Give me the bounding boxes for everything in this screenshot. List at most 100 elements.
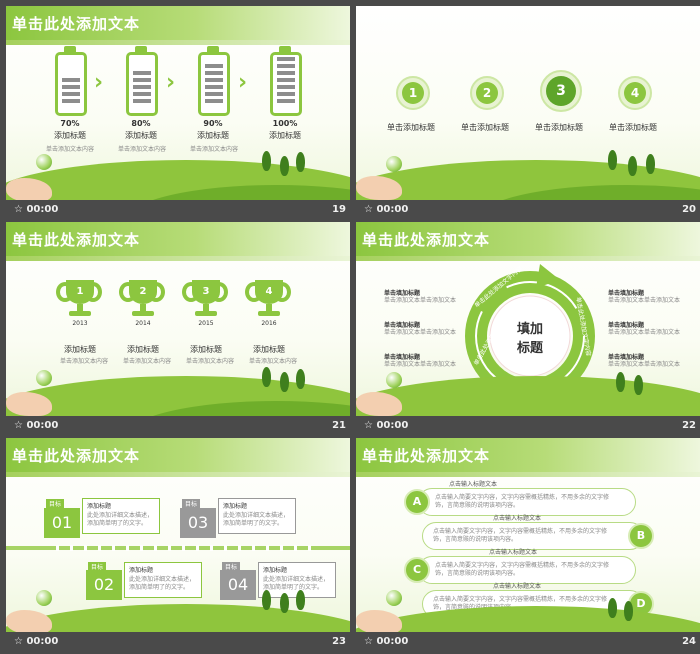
tree-icon [608,598,617,618]
list-item: 点击输入标题文本 点击输入简要文字内容，文字内容需概括精炼，不用多余的文字修饰，… [422,515,644,550]
tree-icon [608,150,617,170]
tree-icon [296,590,305,610]
tree-icon [628,156,637,176]
slide-title: 单击此处添加文本 [12,15,141,33]
slide-thumbnail-21[interactable]: 单击此处添加文本 1 2 3 4 2013 2014 2015 2016 添加标… [6,222,350,438]
side-block: 单击填加标题 单击添加文本单击添加文本 [608,322,681,336]
timing-label: ☆ 00:00 [364,420,409,431]
side-block: 单击填加标题 单击添加文本单击添加文本 [384,290,457,304]
body-text: 单击添加文本内容 [249,358,298,365]
tree-icon [262,151,271,171]
body-text: 单击添加文本内容 [60,358,109,365]
body-text: 单击添加文本内容 [186,358,235,365]
year-label: 2015 [198,320,214,327]
slide-header: 单击此处添加文本 [356,438,700,472]
slide-title: 单击此处添加文本 [362,447,491,465]
number-box: 02 [86,570,122,600]
slide-footer: ☆ 00:00 22 [356,416,700,438]
tree-icon [280,593,289,613]
tree-icon [296,152,305,172]
slide-header: 单击此处添加文本 [6,438,350,472]
slide-header: 单击此处添加文本 [6,6,350,40]
letter-badge: A [404,489,430,515]
slide-number: 23 [332,636,346,647]
side-block: 单击填加标题 单击添加文本单击添加文本 [384,354,457,368]
slide-canvas: 单击此处添加文本 1 2 3 4 2013 2014 2015 2016 添加标… [6,222,350,416]
chevron-right-icon: › [94,70,104,95]
number-box: 01 [44,508,80,538]
tree-icon [262,590,271,610]
side-block: 单击填加标题 单击添加文本单击添加文本 [384,322,457,336]
globe-icon [386,156,402,172]
list-item: 点击输入标题文本 点击输入简要文字内容，文字内容需概括精炼，不用多余的文字修饰，… [418,549,636,584]
text-box: 添加标题 此处添加详细文本描述，添加简单明了的文字。 [124,562,202,598]
slide-thumbnail-23[interactable]: 单击此处添加文本 01 目标 添加标题 此处添加详细文本描述，添加简单明了的文字… [6,438,350,654]
year-label: 2014 [135,320,151,327]
slide-thumbnail-22[interactable]: 单击此处添加文本 填加 标题 单击此处添加文字内容 单击此处添加文字内容 单击此处… [356,222,700,438]
tree-icon [280,372,289,392]
body-text: 单击添加文本内容 [190,146,239,153]
chevron-right-icon: › [238,70,248,95]
slide-canvas: 单击此处添加文本 01 目标 添加标题 此处添加详细文本描述，添加简单明了的文字… [6,438,350,632]
slide-number: 24 [682,636,696,647]
hand-image [6,610,52,632]
slide-canvas: 单击此处添加文本 点击输入标题文本 点击输入简要文字内容，文字内容需概括精炼，不… [356,438,700,632]
battery-icon [126,52,158,116]
slide-canvas: 单击此处添加文本 › › › 70% 添加标题 80% 添加标题 90% 添加标… [6,6,350,200]
step-label: 单击添加标题 [535,123,583,132]
letter-badge: C [404,557,430,583]
item-label: 添加标题 [125,131,157,140]
timing-label: ☆ 00:00 [14,204,59,215]
step-circle: 4 [618,76,652,110]
slide-canvas: 单击此处添加文本 填加 标题 单击此处添加文字内容 单击此处添加文字内容 单击此处… [356,222,700,416]
tree-icon [616,372,625,392]
slide-number: 19 [332,204,346,215]
text-box: 添加标题 此处添加详细文本描述，添加简单明了的文字。 [82,498,160,534]
chevron-right-icon: › [166,70,176,95]
item-label: 添加标题 [269,131,301,140]
list-item: 点击输入标题文本 点击输入简要文字内容，文字内容需概括精炼，不用多余的文字修饰，… [418,481,636,516]
slide-footer: ☆ 00:00 21 [6,416,350,438]
slide-thumbnail-20[interactable]: 1 2 3 4 单击添加标题 单击添加标题 单击添加标题 单击添加标题 ☆ 00… [356,6,700,222]
step-label: 单击添加标题 [387,123,435,132]
percent-label: 90% [203,119,223,128]
step-circle: 1 [396,76,430,110]
globe-icon [36,154,52,170]
slide-footer: ☆ 00:00 24 [356,632,700,654]
slide-footer: ☆ 00:00 23 [6,632,350,654]
text-box: 添加标题 此处添加详细文本描述，添加简单明了的文字。 [218,498,296,534]
body-text: 单击添加文本内容 [123,358,172,365]
tree-icon [624,601,633,621]
number-box: 03 [180,508,216,538]
slide-footer: ☆ 00:00 20 [356,200,700,222]
item-label: 添加标题 [253,345,285,354]
body-text: 单击添加文本内容 [118,146,167,153]
year-label: 2016 [261,320,277,327]
side-block: 单击填加标题 单击添加文本单击添加文本 [608,354,681,368]
step-circle-active: 3 [540,70,582,112]
slide-thumbnail-24[interactable]: 单击此处添加文本 点击输入标题文本 点击输入简要文字内容，文字内容需概括精炼，不… [356,438,700,654]
center-title: 填加 标题 [516,322,543,356]
number-box: 04 [220,570,256,600]
item-label: 添加标题 [197,131,229,140]
tree-icon [296,369,305,389]
slide-number: 22 [682,420,696,431]
side-block: 单击填加标题 单击添加文本单击添加文本 [608,290,681,304]
letter-badge: B [628,523,654,549]
battery-icon [55,52,87,116]
slide-number: 21 [332,420,346,431]
slide-thumbnail-19[interactable]: 单击此处添加文本 › › › 70% 添加标题 80% 添加标题 90% 添加标… [6,6,350,222]
battery-icon [198,52,230,116]
step-label: 单击添加标题 [461,123,509,132]
year-label: 2013 [72,320,88,327]
tree-icon [634,375,643,395]
timing-label: ☆ 00:00 [364,636,409,647]
slide-number: 20 [682,204,696,215]
globe-icon [386,590,402,606]
globe-icon [36,370,52,386]
slide-title: 单击此处添加文本 [362,231,491,249]
slide-title: 单击此处添加文本 [12,231,141,249]
step-circle: 2 [470,76,504,110]
hand-image [356,610,402,632]
slide-header: 单击此处添加文本 [6,222,350,256]
